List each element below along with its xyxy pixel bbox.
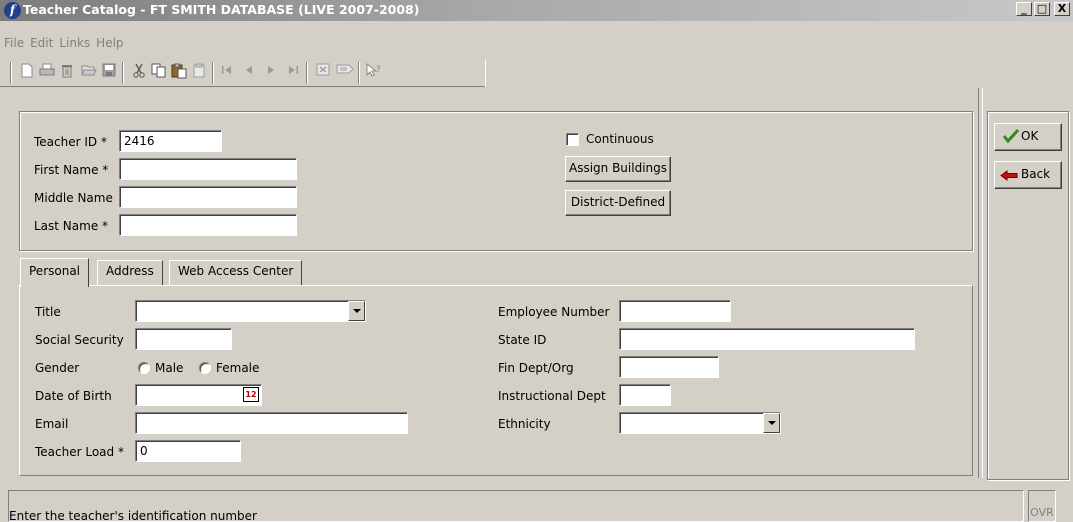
social-security-field[interactable] — [135, 328, 232, 350]
teacher-load-label: Teacher Load * — [35, 445, 124, 459]
tab-web-access-center[interactable]: Web Access Center — [169, 260, 303, 285]
delete-icon[interactable] — [58, 63, 76, 83]
fin-dept-org-field[interactable] — [619, 356, 719, 378]
toolbar-separator — [212, 62, 214, 84]
app-logo-icon: f — [4, 2, 21, 19]
tab-address[interactable]: Address — [97, 260, 163, 285]
fin-dept-org-label: Fin Dept/Org — [498, 361, 574, 375]
overwrite-mode-indicator: OVR — [1028, 490, 1056, 522]
tab-personal[interactable]: Personal — [20, 258, 90, 287]
help-pointer-icon[interactable]: ? — [365, 62, 383, 83]
svg-text:?: ? — [376, 65, 381, 75]
menu-bar: File Edit Links Help — [0, 36, 127, 54]
minimize-button[interactable]: _ — [1016, 2, 1032, 16]
email-field[interactable] — [135, 412, 408, 434]
back-label: Back — [1021, 167, 1051, 181]
last-name-label: Last Name * — [34, 219, 109, 233]
ok-label: OK — [1021, 129, 1039, 143]
back-arrow-icon — [1000, 170, 1018, 184]
back-button[interactable]: Back — [994, 161, 1062, 189]
last-name-field[interactable] — [119, 214, 297, 236]
instructional-dept-field[interactable] — [619, 384, 671, 406]
paste-icon[interactable] — [170, 63, 188, 83]
paste-special-icon[interactable] — [190, 63, 208, 83]
menu-edit[interactable]: Edit — [27, 36, 56, 50]
checkmark-icon — [1002, 128, 1020, 146]
close-record-icon[interactable] — [314, 63, 332, 83]
state-id-label: State ID — [498, 333, 547, 347]
date-of-birth-field[interactable]: 12 — [135, 384, 262, 406]
teacher-load-field[interactable]: 0 — [135, 440, 241, 462]
menu-help[interactable]: Help — [93, 36, 126, 50]
side-divider — [978, 88, 983, 478]
status-bar: Enter the teacher's identification numbe… — [8, 490, 1024, 522]
save-icon[interactable] — [100, 63, 118, 83]
employee-number-field[interactable] — [619, 300, 731, 322]
gender-female-radio[interactable] — [199, 362, 211, 374]
toolbar-border — [0, 86, 486, 87]
middle-name-label: Middle Name — [34, 191, 113, 205]
toolbar-separator — [122, 62, 124, 84]
assign-buildings-button[interactable]: Assign Buildings — [565, 156, 671, 182]
menu-links[interactable]: Links — [56, 36, 93, 50]
state-id-field[interactable] — [619, 328, 915, 350]
toolbar-separator — [306, 62, 308, 84]
instructional-dept-label: Instructional Dept — [498, 389, 606, 403]
middle-name-field[interactable] — [119, 186, 297, 208]
date-of-birth-label: Date of Birth — [35, 389, 112, 403]
ok-button[interactable]: OK — [994, 123, 1062, 151]
menu-file[interactable]: File — [0, 36, 27, 50]
next-record-icon[interactable] — [262, 63, 280, 83]
chevron-down-icon[interactable] — [763, 413, 780, 433]
print-icon[interactable] — [38, 63, 56, 83]
employee-number-label: Employee Number — [498, 305, 610, 319]
email-label: Email — [35, 417, 69, 431]
action-button-panel: OK Back — [987, 111, 1069, 480]
window-title: Teacher Catalog - FT SMITH DATABASE (LIV… — [23, 2, 420, 17]
title-select[interactable] — [135, 300, 366, 322]
chevron-down-icon[interactable] — [348, 301, 365, 321]
teacher-id-field[interactable]: 2416 — [119, 130, 222, 152]
district-defined-button[interactable]: District-Defined — [565, 190, 671, 216]
teacher-id-label: Teacher ID * — [34, 135, 107, 149]
cut-icon[interactable] — [130, 63, 148, 83]
continuous-checkbox[interactable] — [566, 133, 579, 146]
previous-record-icon[interactable] — [240, 63, 258, 83]
personal-tab-panel: Title Social Security Gender Male Female… — [19, 285, 973, 476]
teacher-header-panel: Teacher ID * 2416 First Name * Middle Na… — [19, 111, 973, 251]
gender-male-radio[interactable] — [138, 362, 150, 374]
toolbar-separator — [358, 62, 360, 84]
gender-label: Gender — [35, 361, 80, 375]
first-name-label: First Name * — [34, 163, 109, 177]
ethnicity-select[interactable] — [619, 412, 781, 434]
restore-button[interactable]: □ — [1034, 2, 1050, 16]
first-name-field[interactable] — [119, 158, 297, 180]
copy-icon[interactable] — [150, 63, 168, 83]
filter-icon[interactable] — [336, 63, 354, 83]
status-message: Enter the teacher's identification numbe… — [9, 509, 257, 522]
title-bar[interactable]: f Teacher Catalog - FT SMITH DATABASE (L… — [0, 0, 1073, 21]
gender-female-label: Female — [216, 361, 260, 375]
first-record-icon[interactable] — [218, 63, 236, 83]
toolbar-grip — [10, 62, 12, 84]
last-record-icon[interactable] — [284, 63, 302, 83]
open-icon[interactable] — [80, 63, 98, 83]
calendar-icon[interactable]: 12 — [243, 387, 259, 402]
ethnicity-label: Ethnicity — [498, 417, 551, 431]
toolbar-border — [485, 60, 486, 87]
close-button[interactable]: X — [1054, 2, 1070, 16]
social-security-label: Social Security — [35, 333, 124, 347]
new-icon[interactable] — [18, 63, 36, 83]
continuous-label: Continuous — [586, 132, 654, 146]
title-label: Title — [35, 305, 61, 319]
gender-male-label: Male — [155, 361, 184, 375]
